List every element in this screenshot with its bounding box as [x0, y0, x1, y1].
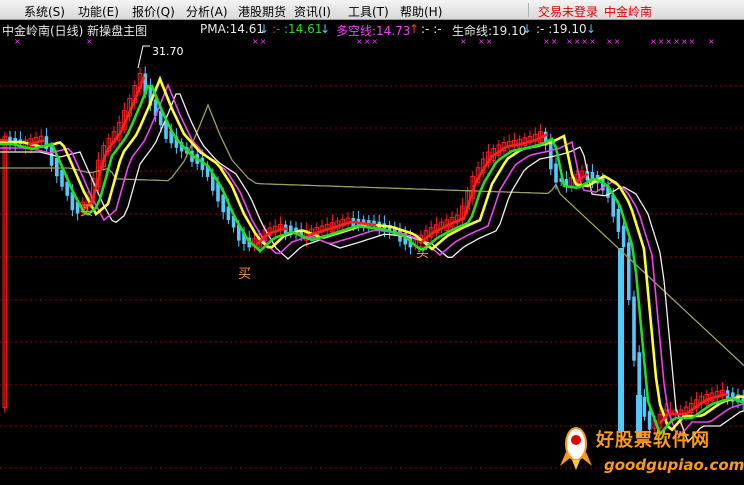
signal-marks: × — [14, 37, 22, 46]
signal-marks: ×××× — [566, 37, 597, 46]
menu-system[interactable]: 系统(S) — [24, 3, 65, 20]
broker-name: 中金岭南 — [604, 5, 653, 19]
trade-status[interactable]: 交易未登录 — [538, 3, 598, 20]
logo-name: 好股票软件网 — [596, 430, 710, 451]
signal-marks: ×× — [478, 37, 494, 46]
candle — [621, 225, 626, 248]
dash-value-2: :- :- — [421, 22, 442, 36]
candle — [627, 242, 631, 301]
signal-marks: ×××××× — [650, 37, 697, 46]
green-line-value: :14.61 — [284, 22, 323, 36]
menu-news[interactable]: 资讯(I) — [294, 3, 331, 20]
pma-arrow-icon: ↓ — [259, 22, 270, 36]
life-arrow-icon: ↓ — [522, 22, 533, 36]
buy-signal-1: 买 — [80, 204, 93, 219]
candle — [221, 194, 225, 213]
logo-url: goodgupiao.com — [604, 456, 744, 474]
signal-marks: ×× — [252, 37, 268, 46]
green-arrow-icon: ↓ — [320, 22, 331, 36]
dash-value-1: :- — [272, 22, 281, 36]
menu-hk-futures[interactable]: 港股期货 — [238, 3, 286, 20]
signal-marks: × — [708, 37, 716, 46]
signal-marks: × — [460, 37, 468, 46]
menu-tools[interactable]: 工具(T) — [348, 3, 389, 20]
menu-analysis[interactable]: 分析(A) — [186, 3, 228, 20]
buy-signal-2: 买 — [238, 267, 251, 282]
long-short-line — [0, 82, 744, 437]
pma-value: PMA:14.61 — [200, 22, 264, 36]
candle — [618, 248, 624, 432]
stock-title[interactable]: 中金岭南(日线) 新操盘主图 — [2, 22, 147, 39]
menu-separator — [528, 3, 529, 17]
signal-marks: ×× — [606, 37, 622, 46]
candle — [632, 296, 636, 361]
rocket-logo-icon — [560, 427, 592, 470]
menu-function[interactable]: 功能(E) — [78, 3, 119, 20]
signal-marks: ××× — [356, 37, 380, 46]
high-price-label: 31.70 — [152, 45, 184, 58]
long-short-arrow-icon: ↑ — [409, 22, 420, 36]
indicator-bar: 中金岭南(日线) 新操盘主图 PMA:14.61 ↓ :- :14.61 ↓ 多… — [0, 21, 744, 39]
candle — [616, 208, 621, 232]
candle — [49, 146, 54, 166]
kline-chart[interactable]: 31.70 买 买 买 — [0, 20, 744, 485]
watermark-logo: 好股票软件网 goodgupiao.com — [560, 418, 744, 485]
signal-marks: × — [86, 37, 94, 46]
menu-quote[interactable]: 报价(Q) — [132, 3, 175, 20]
buy-signal-3: 买 — [416, 246, 429, 261]
candle — [554, 163, 558, 183]
green-trend-line — [0, 84, 744, 437]
menu-bar: 系统(S) 功能(E) 报价(Q) 分析(A) 港股期货 资讯(I) 工具(T)… — [0, 0, 744, 20]
signal-marks: ×× — [543, 37, 559, 46]
candle — [642, 396, 647, 417]
dash-value-3: :- :19.10 — [536, 22, 587, 36]
last-arrow-icon: ↓ — [586, 22, 597, 36]
high-marker: 31.70 — [137, 45, 184, 69]
menu-help[interactable]: 帮助(H) — [400, 3, 442, 20]
